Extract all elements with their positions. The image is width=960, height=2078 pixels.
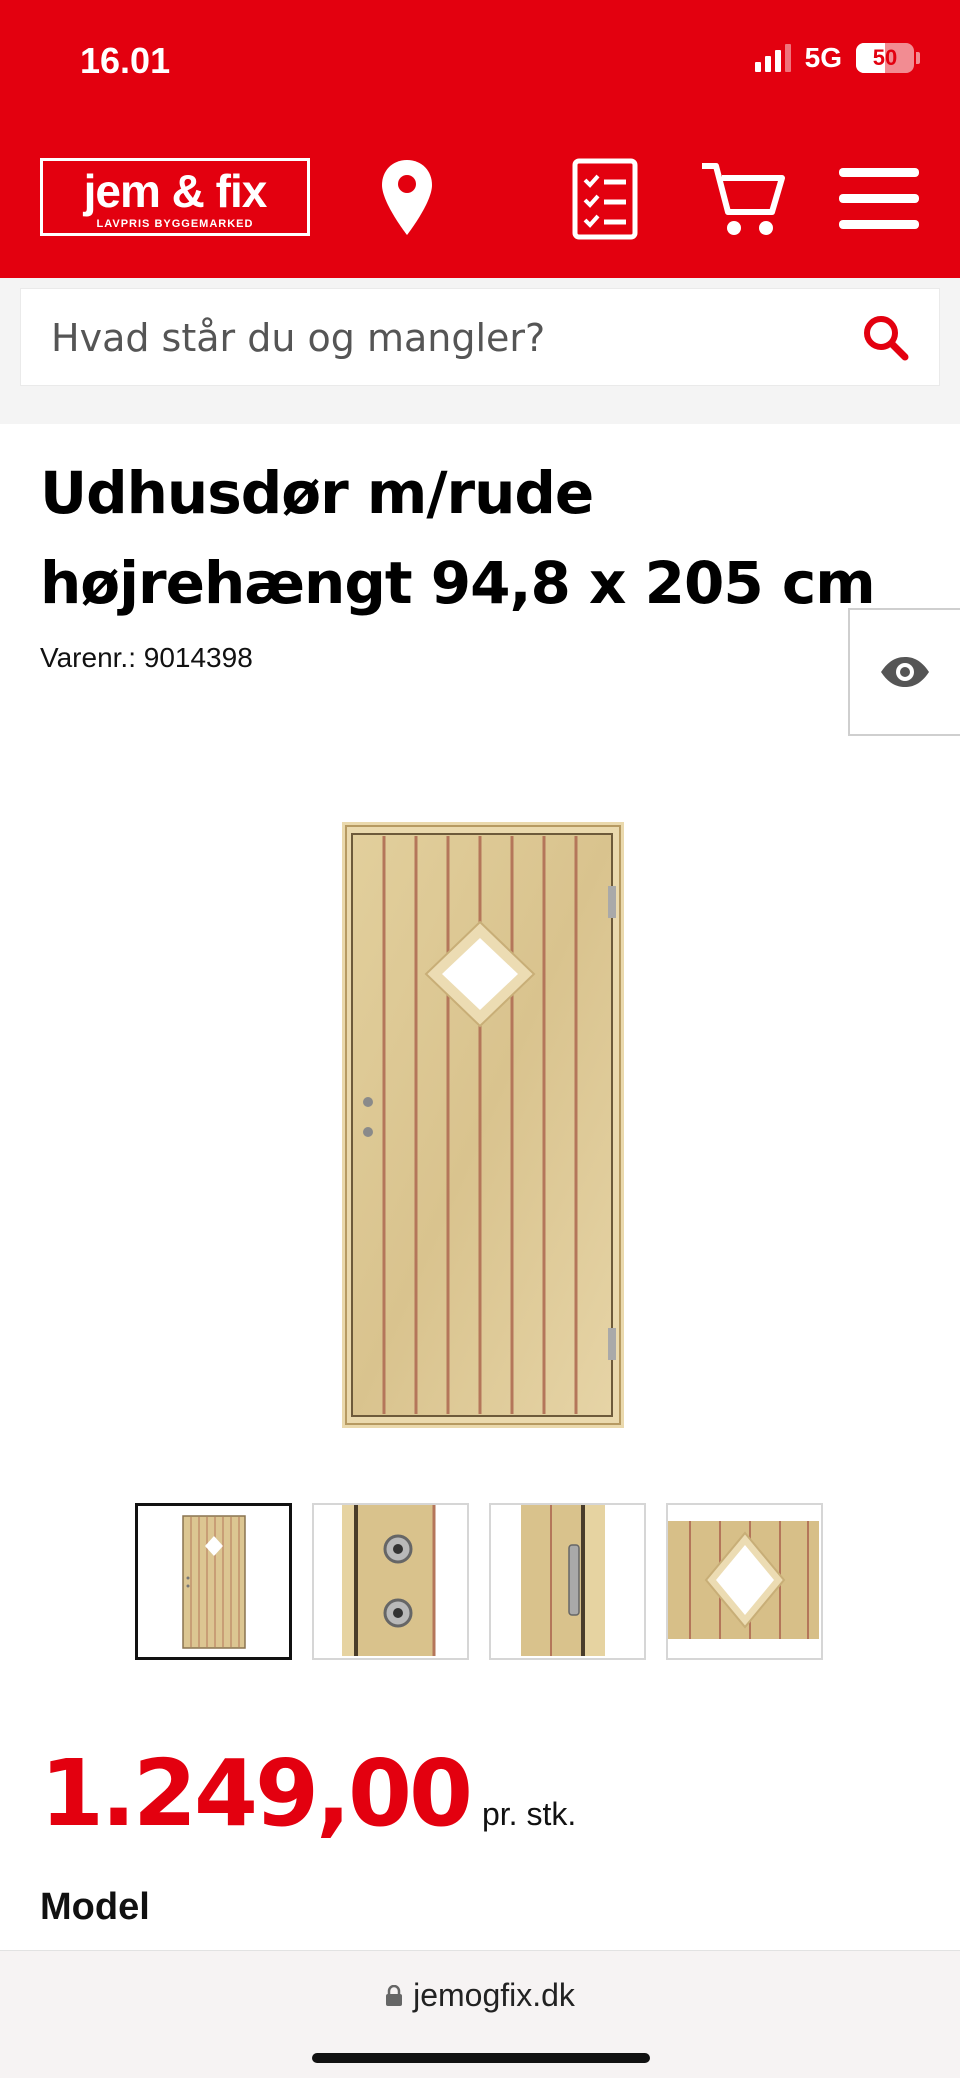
- search-input[interactable]: [51, 289, 851, 387]
- product-price: 1.249,00: [40, 1740, 473, 1847]
- price-row: 1.249,00 pr. stk.: [40, 1740, 576, 1847]
- thumbnail-2[interactable]: [312, 1503, 469, 1660]
- search-bar: [20, 288, 940, 387]
- battery-icon: 50: [856, 43, 920, 73]
- logo-tagline: LAVPRIS BYGGEMARKED: [96, 218, 254, 230]
- location-pin-icon[interactable]: [362, 154, 452, 244]
- search-icon[interactable]: [861, 313, 911, 363]
- status-time: 16.01: [80, 40, 171, 81]
- sku-value: 9014398: [143, 642, 253, 673]
- lock-icon: [386, 1984, 403, 2006]
- product-sku: Varenr.: 9014398: [40, 642, 253, 674]
- thumbnail-4[interactable]: [666, 1503, 823, 1660]
- thumbnail-strip: [135, 1503, 823, 1660]
- signal-icon: [754, 44, 791, 72]
- checklist-icon[interactable]: [560, 154, 650, 244]
- model-heading: Model: [40, 1886, 150, 1928]
- url-text: jemogfix.dk: [413, 1977, 575, 2013]
- network-type: 5G: [804, 42, 842, 73]
- view-toggle-button[interactable]: [848, 608, 960, 736]
- site-logo[interactable]: jem & fix LAVPRIS BYGGEMARKED: [40, 158, 310, 236]
- sku-label: Varenr.:: [40, 642, 136, 673]
- cart-icon[interactable]: [698, 154, 788, 244]
- eye-icon: [881, 657, 929, 687]
- thumbnail-3[interactable]: [489, 1503, 646, 1660]
- address-bar[interactable]: jemogfix.dk: [0, 1977, 960, 2014]
- search-area: [0, 278, 960, 424]
- battery-level: 50: [872, 45, 898, 70]
- product-title: Udhusdør m/rude højrehængt 94,8 x 205 cm: [40, 459, 876, 617]
- price-unit: pr. stk.: [481, 1796, 577, 1832]
- browser-bar: jemogfix.dk: [0, 1950, 960, 2078]
- logo-text: jem & fix: [83, 165, 268, 217]
- menu-icon[interactable]: [834, 154, 924, 244]
- home-indicator[interactable]: [312, 2053, 650, 2063]
- thumbnail-1[interactable]: [135, 1503, 292, 1660]
- status-indicators: 5G 50: [754, 42, 920, 74]
- site-header: 16.01 5G 50 jem & fix LAVPRIS BYGGEMARKE…: [0, 0, 960, 278]
- product-image[interactable]: [342, 822, 624, 1428]
